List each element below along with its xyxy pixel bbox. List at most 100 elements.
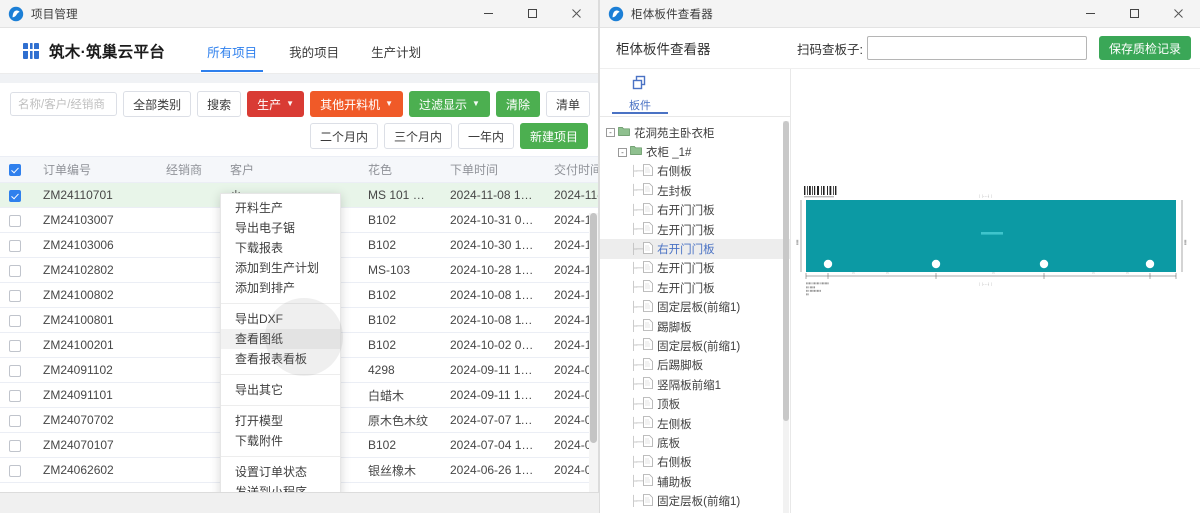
menu-item[interactable]: 开料生产 bbox=[221, 198, 340, 218]
tree-node[interactable]: ├─ 左开门门板 bbox=[600, 220, 790, 239]
select-all-checkbox[interactable] bbox=[9, 164, 21, 177]
minimize-icon[interactable] bbox=[1068, 0, 1112, 27]
tree-node[interactable]: ├─ 左封板 bbox=[600, 181, 790, 200]
row-checkbox[interactable] bbox=[9, 239, 21, 252]
tree-node[interactable]: ├─ 右侧板 bbox=[600, 162, 790, 181]
menu-item[interactable]: 发送到小程序 bbox=[221, 482, 340, 492]
clear-button[interactable]: 清除 bbox=[495, 91, 540, 117]
menu-item[interactable]: 设置订单状态 bbox=[221, 462, 340, 482]
tree-expander-icon[interactable]: - bbox=[618, 147, 627, 157]
range-two-months-button[interactable]: 二个月内 bbox=[309, 123, 378, 149]
maximize-icon[interactable] bbox=[510, 0, 554, 27]
new-project-button[interactable]: 新建项目 bbox=[519, 123, 588, 149]
menu-item[interactable]: 导出电子锯 bbox=[221, 218, 340, 238]
tree-node[interactable]: - 花洞苑主卧衣柜 bbox=[600, 123, 790, 142]
tree-node[interactable]: ├─ 左开门门板 bbox=[600, 278, 790, 297]
row-checkbox-cell[interactable] bbox=[0, 257, 34, 283]
tree-expander-icon[interactable]: - bbox=[606, 128, 615, 138]
header-dealer[interactable]: 经销商 bbox=[157, 157, 221, 183]
row-checkbox[interactable] bbox=[9, 339, 21, 352]
row-checkbox[interactable] bbox=[9, 439, 21, 452]
tree-node[interactable]: ├─ 固定层板(前缩1) bbox=[600, 491, 790, 510]
table-scrollbar-thumb[interactable] bbox=[590, 213, 597, 443]
menu-item[interactable]: 添加到排产 bbox=[221, 278, 340, 298]
row-checkbox-cell[interactable] bbox=[0, 432, 34, 458]
tree-node[interactable]: ├─ 左开门门板 bbox=[600, 259, 790, 278]
row-checkbox-cell[interactable] bbox=[0, 457, 34, 483]
produce-dropdown-button[interactable]: 生产 ▼ bbox=[247, 91, 305, 117]
row-checkbox[interactable] bbox=[9, 214, 21, 227]
tree-scrollbar-thumb[interactable] bbox=[783, 121, 789, 421]
tree-node[interactable]: ├─ 固定层板(前缩1) bbox=[600, 298, 790, 317]
file-icon bbox=[643, 396, 654, 412]
row-checkbox[interactable] bbox=[9, 314, 21, 327]
row-checkbox-cell[interactable] bbox=[0, 357, 34, 383]
menu-item[interactable]: 打开模型 bbox=[221, 411, 340, 431]
menu-item[interactable]: 导出其它 bbox=[221, 380, 340, 400]
tree-node-label: 底板 bbox=[657, 437, 681, 450]
header-color[interactable]: 花色 bbox=[359, 157, 441, 183]
tree-node[interactable]: ├─ 固定层板(前缩1) bbox=[600, 336, 790, 355]
row-checkbox[interactable] bbox=[9, 364, 21, 377]
menu-item[interactable]: 查看报表看板 bbox=[221, 349, 340, 369]
search-button[interactable]: 搜索 bbox=[197, 91, 242, 117]
row-checkbox-cell[interactable] bbox=[0, 207, 34, 233]
category-select[interactable]: 全部类别 bbox=[123, 91, 192, 117]
menu-item[interactable]: 添加到生产计划 bbox=[221, 258, 340, 278]
menu-item[interactable]: 下载附件 bbox=[221, 431, 340, 451]
tree-node[interactable]: ├─ 右开门门板 bbox=[600, 201, 790, 220]
close-icon[interactable] bbox=[554, 0, 598, 27]
range-three-months-button[interactable]: 三个月内 bbox=[383, 123, 452, 149]
row-checkbox[interactable] bbox=[9, 464, 21, 477]
minimize-icon[interactable] bbox=[466, 0, 510, 27]
tree-node[interactable]: ├─ 顶板 bbox=[600, 394, 790, 413]
menu-item[interactable]: 导出DXF bbox=[221, 309, 340, 329]
tab-panels[interactable]: 板件 bbox=[612, 69, 668, 114]
search-input[interactable]: 名称/客户/经销商 bbox=[10, 92, 118, 116]
scan-input[interactable] bbox=[866, 36, 1087, 60]
header-order-time[interactable]: 下单时间 bbox=[441, 157, 545, 183]
row-checkbox-cell[interactable] bbox=[0, 182, 34, 208]
row-checkbox[interactable] bbox=[9, 414, 21, 427]
tree-node[interactable]: ├─ 竖隔板前缩1 bbox=[600, 375, 790, 394]
row-checkbox[interactable] bbox=[9, 389, 21, 402]
other-cutter-dropdown-button[interactable]: 其他开料机 ▼ bbox=[310, 91, 404, 117]
row-checkbox-cell[interactable] bbox=[0, 382, 34, 408]
row-checkbox-cell[interactable] bbox=[0, 407, 34, 433]
header-order-id[interactable]: 订单编号 bbox=[34, 157, 157, 183]
save-inspection-button[interactable]: 保存质检记录 bbox=[1098, 36, 1191, 60]
nav-item-my-projects[interactable]: 我的项目 bbox=[277, 30, 351, 72]
row-checkbox-cell[interactable] bbox=[0, 282, 34, 308]
filter-display-dropdown-button[interactable]: 过滤显示 ▼ bbox=[409, 91, 490, 117]
menu-item[interactable]: 下载报表 bbox=[221, 238, 340, 258]
tree-node[interactable]: - 衣柜 _1# bbox=[600, 142, 790, 161]
tree-node[interactable]: ├─ 辅助板 bbox=[600, 472, 790, 491]
close-icon[interactable] bbox=[1156, 0, 1200, 27]
list-button[interactable]: 清单 bbox=[545, 91, 590, 117]
tree-node[interactable]: ├─ 踢脚板 bbox=[600, 317, 790, 336]
range-one-year-button[interactable]: 一年内 bbox=[457, 123, 514, 149]
row-checkbox[interactable] bbox=[9, 289, 21, 302]
tree-scrollbar[interactable] bbox=[783, 121, 789, 513]
tree-node[interactable]: ├─ 后踢脚板 bbox=[600, 356, 790, 375]
panel-tree[interactable]: - 花洞苑主卧衣柜 - 衣柜 _1# ├─ 右侧板 ├─ 左封板 ├─ 右开门门板 ├─ 左开门门板 ├… bbox=[600, 117, 790, 513]
row-checkbox-cell[interactable] bbox=[0, 307, 34, 333]
select-all-header[interactable] bbox=[0, 157, 34, 183]
header-extra[interactable] bbox=[281, 157, 359, 183]
header-customer[interactable]: 客户 bbox=[221, 157, 281, 183]
tree-node[interactable]: ├─ 底板 bbox=[600, 433, 790, 452]
tree-node[interactable]: ├─ 右侧板 bbox=[600, 453, 790, 472]
row-checkbox[interactable] bbox=[9, 264, 21, 277]
nav-item-production-plan[interactable]: 生产计划 bbox=[359, 30, 433, 72]
row-checkbox-cell[interactable] bbox=[0, 332, 34, 358]
nav-item-all-projects[interactable]: 所有项目 bbox=[195, 30, 269, 72]
menu-item[interactable]: 查看图纸 bbox=[221, 329, 340, 349]
row-checkbox-cell[interactable] bbox=[0, 232, 34, 258]
tree-node[interactable]: ├─ 左侧板 bbox=[600, 414, 790, 433]
table-scrollbar[interactable] bbox=[589, 213, 598, 492]
panels-icon bbox=[631, 74, 649, 95]
row-checkbox[interactable] bbox=[9, 189, 21, 202]
tree-node[interactable]: ├─ 右开门门板 bbox=[600, 239, 790, 259]
maximize-icon[interactable] bbox=[1112, 0, 1156, 27]
header-deliver-time[interactable]: 交付时间 bbox=[545, 157, 598, 183]
